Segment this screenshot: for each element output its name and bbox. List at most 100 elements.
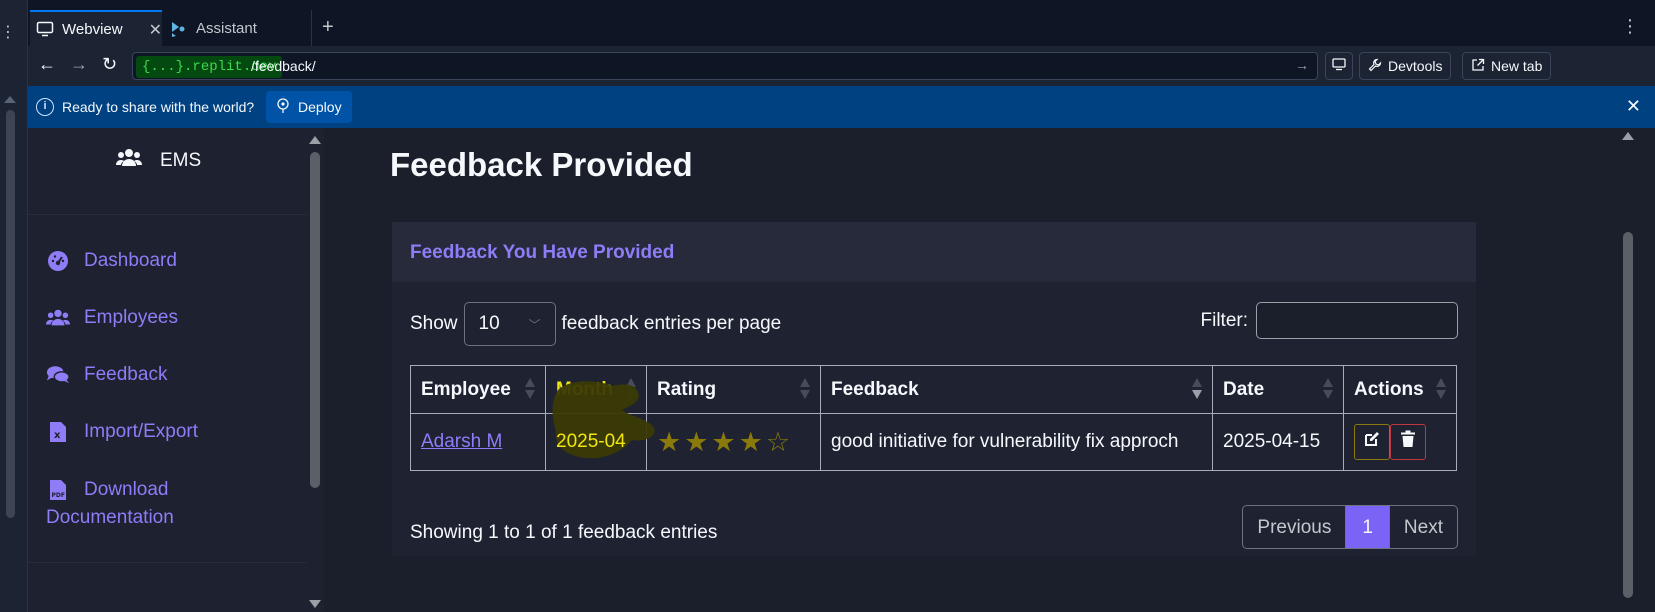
show-label: Show [410,313,458,334]
header-label: Rating [657,378,717,400]
page-title: Feedback Provided [390,146,693,183]
screen-icon [1332,58,1346,74]
card-header: Feedback You Have Provided [392,222,1476,282]
divider [28,562,324,563]
sort-icon [1436,378,1446,400]
next-button[interactable]: Next [1388,506,1457,548]
scroll-down-icon[interactable] [309,600,321,608]
sidebar-item-import-export[interactable]: x Import/Export [46,421,198,443]
column-header-month[interactable]: Month [545,365,647,414]
page-1-button[interactable]: 1 [1346,506,1389,548]
edit-icon [1363,430,1381,454]
column-header-date[interactable]: Date [1212,365,1344,414]
column-header-feedback[interactable]: Feedback [820,365,1213,414]
select-value: 10 [478,313,500,334]
scroll-thumb[interactable] [310,152,320,488]
label-line-2: Documentation [46,507,174,528]
address-bar: ← → ↻ {...}.replit.dev /feedback/ → Devt… [28,46,1655,86]
sidebar: EMS Dashboard Employees Feedback x Impor… [28,128,324,612]
deploy-button[interactable]: Deploy [266,91,352,123]
trash-icon [1400,430,1416,454]
table-row: Adarsh M 2025-04 ★★★★☆ good initiative f… [410,381,1457,471]
url-path: /feedback/ [251,58,316,74]
reload-icon[interactable]: ↻ [102,54,117,75]
scroll-thumb[interactable] [1623,232,1633,598]
delete-button[interactable] [1390,424,1426,460]
devtools-button[interactable]: Devtools [1359,52,1452,80]
tab-label: Assistant [196,19,257,37]
tab-webview[interactable]: Webview ✕ [30,10,162,46]
assistant-icon [170,20,188,37]
sidebar-item-dashboard[interactable]: Dashboard [46,250,177,272]
previous-button[interactable]: Previous [1243,506,1347,548]
ide-left-strip: ⋮ [0,0,28,612]
svg-text:x: x [54,430,61,441]
divider [28,214,324,215]
scroll-up-icon[interactable] [309,136,321,144]
screen: ⋮ Webview ✕ Assistant + ⋮ ← → ↻ {...}.re… [0,0,1655,612]
info-icon: i [36,98,54,116]
ide-scrollbar[interactable] [6,110,15,518]
tab-bar: Webview ✕ Assistant + ⋮ [28,10,1655,46]
gauge-icon [46,250,70,272]
header-label: Actions [1354,378,1424,400]
filter-label: Filter: [1200,309,1249,331]
comments-icon [46,364,70,386]
feedback-table: Employee Month Rating Feedback Date Acti… [410,365,1457,471]
cell-month: 2025-04 [545,381,655,471]
sort-icon [800,378,810,400]
sidebar-item-label: PDF Download Documentation [46,476,174,532]
wrench-icon [1368,58,1382,75]
column-header-rating[interactable]: Rating [646,365,821,414]
brand[interactable]: EMS [116,148,201,174]
entries-per-page-select[interactable]: 10 ﹀ [463,302,556,346]
scroll-up-icon[interactable] [4,96,16,103]
devtools-label: Devtools [1388,58,1443,74]
cell-employee: Adarsh M [410,413,546,471]
webview-content: EMS Dashboard Employees Feedback x Impor… [28,128,1655,612]
employee-link[interactable]: Adarsh M [421,431,502,452]
header-label: Feedback [831,378,919,400]
back-arrow-icon[interactable]: ← [38,54,56,75]
new-tab-button[interactable]: New tab [1462,52,1552,80]
header-label: Date [1223,378,1265,400]
header-label: Month [556,378,613,400]
scroll-up-icon[interactable] [1622,132,1634,140]
go-arrow-icon[interactable]: → [1295,57,1309,73]
close-icon[interactable]: ✕ [149,20,162,40]
url-input[interactable]: {...}.replit.dev /feedback/ → [132,52,1318,80]
entries-length-control: Show 10 ﹀ feedback entries per page [410,302,781,346]
sidebar-item-employees[interactable]: Employees [46,307,178,329]
header-label: Employee [421,378,511,400]
edit-button[interactable] [1354,424,1390,460]
brand-name: EMS [160,150,202,171]
banner-message: Ready to share with the world? [62,99,255,115]
card-title: Feedback You Have Provided [410,242,675,263]
sort-icon [1323,378,1333,400]
more-options-icon[interactable]: ⋮ [1621,16,1639,37]
domain-prefix: {...} [142,59,185,75]
tab-label: Webview [62,20,123,38]
deploy-banner: i Ready to share with the world? Deploy … [28,86,1655,128]
main-scrollbar[interactable] [1619,128,1637,612]
close-banner-icon[interactable]: ✕ [1626,96,1641,117]
more-icon[interactable]: ⋮ [0,22,16,42]
forward-arrow-icon[interactable]: → [70,54,88,75]
excel-file-icon: x [46,421,70,443]
sort-icon [626,378,636,400]
deploy-label: Deploy [298,99,342,115]
sidebar-item-feedback[interactable]: Feedback [46,364,167,386]
tab-assistant[interactable]: Assistant [162,10,312,46]
cell-feedback: good initiative for vulnerability fix ap… [820,413,1213,471]
svg-text:PDF: PDF [52,492,65,499]
table-header-row: Employee Month Rating Feedback Date Acti… [410,365,1457,414]
screen-size-button[interactable] [1325,52,1353,80]
sidebar-item-download-documentation[interactable]: PDF Download Documentation [46,476,174,532]
filter-input[interactable] [1256,302,1458,339]
column-header-actions[interactable]: Actions [1343,365,1457,414]
column-header-employee[interactable]: Employee [410,365,546,414]
sort-icon [525,378,535,400]
new-tab-plus-icon[interactable]: + [322,16,334,39]
sidebar-scrollbar[interactable] [306,132,324,612]
cell-actions [1343,413,1457,471]
